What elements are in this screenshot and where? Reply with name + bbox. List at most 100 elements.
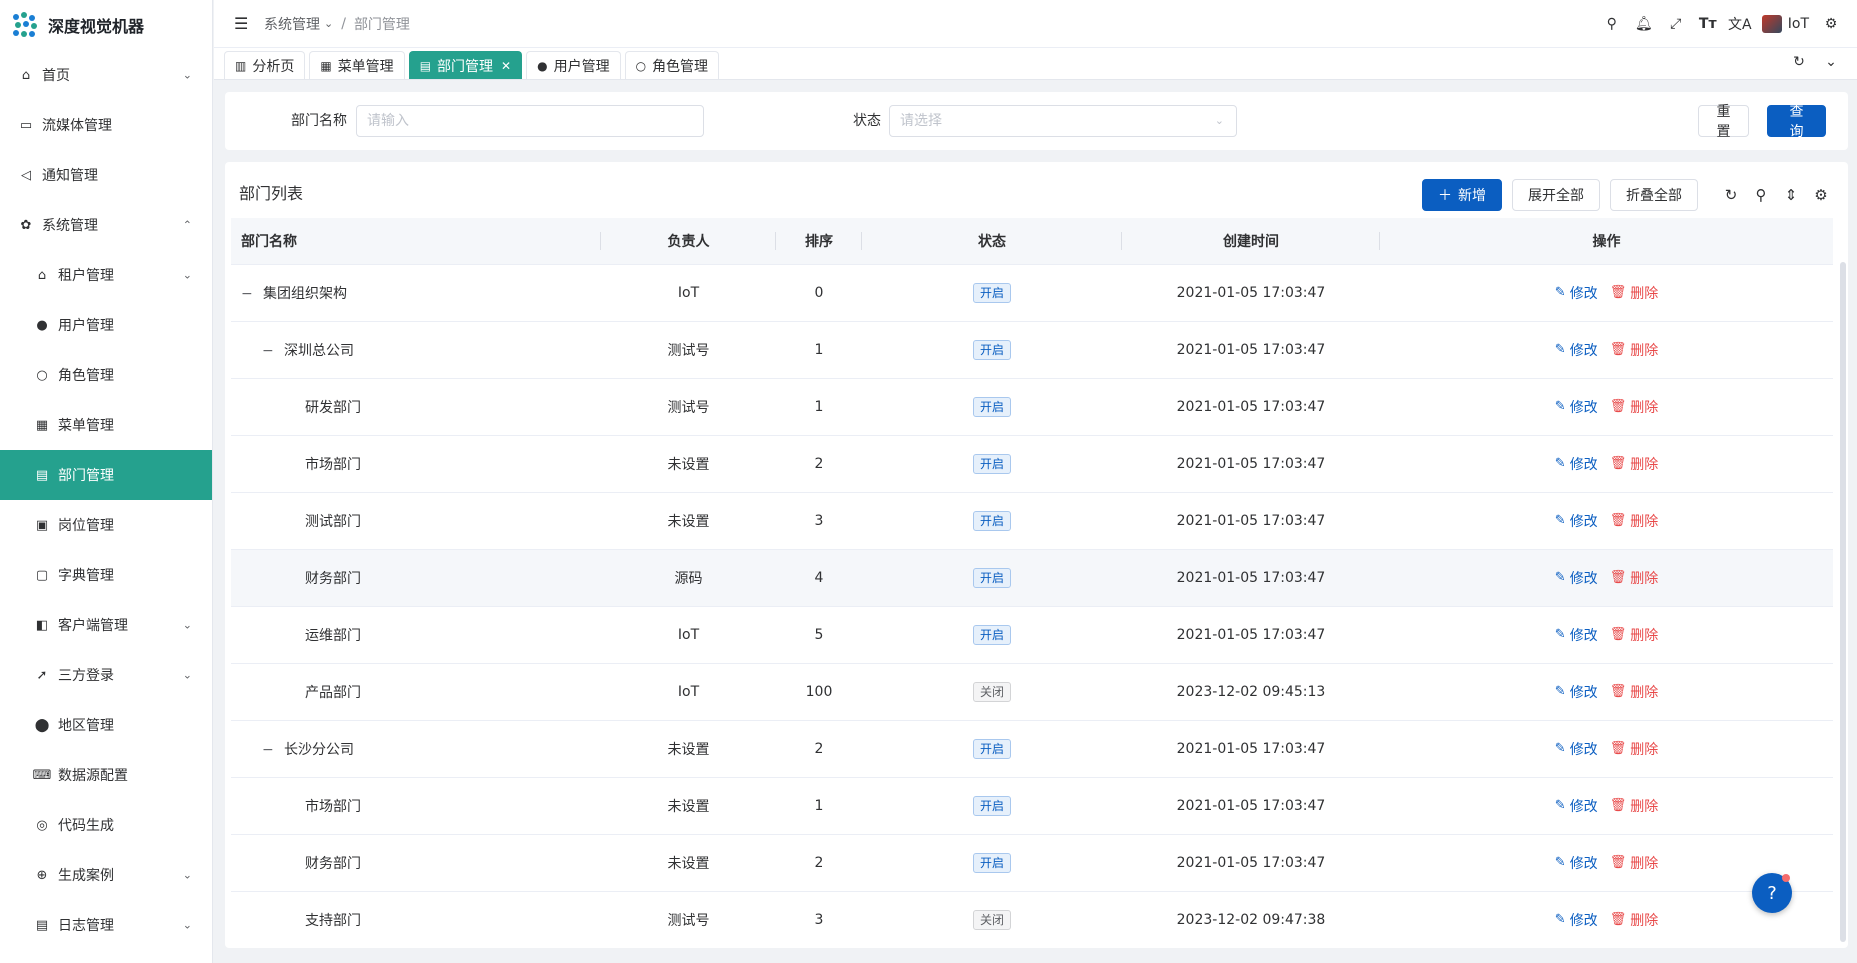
sidebar-item[interactable]: ▣ 岗位管理 xyxy=(0,500,212,550)
edit-button[interactable]: ✎ 修改 xyxy=(1555,910,1598,930)
delete-button[interactable]: 🗑︎ 删除 xyxy=(1610,682,1659,702)
table-row[interactable]: − 集团组织架构 IoT 0 开启 2021-01-05 17:03:47 ✎ 修改 🗑︎ 删除 xyxy=(231,264,1833,322)
table-row[interactable]: 研发部门 测试号 1 开启 2021-01-05 17:03:47 ✎ 修改 🗑︎ 删除 xyxy=(231,378,1833,436)
bell-icon[interactable]: 🔔︎ xyxy=(1628,16,1660,32)
table-row[interactable]: − 深圳总公司 测试号 1 开启 2021-01-05 17:03:47 ✎ 修改 🗑︎ 删除 xyxy=(231,321,1833,379)
chevron-down-icon: ⌄ xyxy=(182,68,192,82)
table-row[interactable]: 支持部门 测试号 3 关闭 2023-12-02 09:47:38 ✎ 修改 🗑︎ 删除 xyxy=(231,891,1833,948)
table-scrollbar[interactable] xyxy=(1840,262,1846,942)
search-icon[interactable]: ⚲ xyxy=(1746,186,1776,204)
delete-button[interactable]: 🗑︎ 删除 xyxy=(1610,796,1659,816)
collapse-menu-icon[interactable]: ☰ xyxy=(234,14,250,33)
edit-button[interactable]: ✎ 修改 xyxy=(1555,283,1598,303)
app-logo[interactable]: 深度视觉机器 xyxy=(0,0,212,50)
refresh-icon[interactable]: ↻ xyxy=(1783,54,1815,70)
refresh-icon[interactable]: ↻ xyxy=(1716,186,1746,204)
sidebar-item[interactable]: ▤ 部门管理 xyxy=(0,450,212,500)
settings-icon[interactable]: ⚙ xyxy=(1815,16,1847,32)
dept-name-input[interactable] xyxy=(356,105,704,137)
table-row[interactable]: 财务部门 源码 4 开启 2021-01-05 17:03:47 ✎ 修改 🗑︎ 删除 xyxy=(231,549,1833,607)
edit-button[interactable]: ✎ 修改 xyxy=(1555,340,1598,360)
delete-button[interactable]: 🗑︎ 删除 xyxy=(1610,910,1659,930)
delete-button[interactable]: 🗑︎ 删除 xyxy=(1610,625,1659,645)
sidebar-item-label: 客户端管理 xyxy=(58,618,128,634)
help-button[interactable]: ? xyxy=(1752,873,1792,913)
delete-button[interactable]: 🗑︎ 删除 xyxy=(1610,568,1659,588)
add-button[interactable]: ＋ 新增 xyxy=(1422,179,1502,211)
tab-role[interactable]: ○ 角色管理 xyxy=(624,51,720,79)
delete-button[interactable]: 🗑︎ 删除 xyxy=(1610,397,1659,417)
collapse-all-button[interactable]: 折叠全部 xyxy=(1610,179,1698,211)
fullscreen-icon[interactable]: ⤢ xyxy=(1660,16,1692,32)
trash-icon: 🗑︎ xyxy=(1609,513,1627,528)
edit-button[interactable]: ✎ 修改 xyxy=(1555,454,1598,474)
table-row[interactable]: 运维部门 IoT 5 开启 2021-01-05 17:03:47 ✎ 修改 🗑︎ 删除 xyxy=(231,606,1833,664)
table-row[interactable]: 测试部门 未设置 3 开启 2021-01-05 17:03:47 ✎ 修改 🗑︎ 删除 xyxy=(231,492,1833,550)
table-row[interactable]: − 长沙分公司 未设置 2 开启 2021-01-05 17:03:47 ✎ 修改 🗑︎ 删除 xyxy=(231,720,1833,778)
sidebar-item[interactable]: ✿ 系统管理 ⌃ xyxy=(0,200,212,250)
sidebar-item[interactable]: ▭ 流媒体管理 xyxy=(0,100,212,150)
tab-dept[interactable]: ▤ 部门管理 ✕ xyxy=(408,51,523,79)
table-row[interactable]: 产品部门 IoT 100 关闭 2023-12-02 09:45:13 ✎ 修改 🗑︎ 删除 xyxy=(231,663,1833,721)
collapse-toggle-icon[interactable]: − xyxy=(262,742,274,758)
table-row[interactable]: 市场部门 未设置 2 开启 2021-01-05 17:03:47 ✎ 修改 🗑︎ 删除 xyxy=(231,435,1833,493)
user-menu[interactable]: IoT xyxy=(1761,15,1809,33)
sidebar-item[interactable]: ◧ 客户端管理 ⌄ xyxy=(0,600,212,650)
edit-button[interactable]: ✎ 修改 xyxy=(1555,511,1598,531)
sidebar-item[interactable]: ⌨ 数据源配置 xyxy=(0,750,212,800)
breadcrumb-item-system[interactable]: 系统管理 xyxy=(264,14,320,34)
table-row[interactable]: 财务部门 未设置 2 开启 2021-01-05 17:03:47 ✎ 修改 🗑︎ 删除 xyxy=(231,834,1833,892)
query-button[interactable]: 查询 xyxy=(1767,104,1826,140)
edit-button[interactable]: ✎ 修改 xyxy=(1555,796,1598,816)
delete-button[interactable]: 🗑︎ 删除 xyxy=(1610,511,1659,531)
settings-icon[interactable]: ⚙ xyxy=(1806,186,1836,204)
expand-all-button[interactable]: 展开全部 xyxy=(1512,179,1600,211)
tab-user[interactable]: ● 用户管理 xyxy=(526,51,621,79)
sidebar-item[interactable]: ⊕ 生成案例 ⌄ xyxy=(0,850,212,900)
edit-button[interactable]: ✎ 修改 xyxy=(1555,397,1598,417)
column-height-icon[interactable]: ⇕ xyxy=(1776,186,1806,204)
edit-button[interactable]: ✎ 修改 xyxy=(1555,568,1598,588)
leader-cell: 测试号 xyxy=(601,891,776,948)
sidebar-item-label: 三方登录 xyxy=(58,668,114,684)
sidebar-item[interactable]: ◎ 代码生成 xyxy=(0,800,212,850)
delete-button[interactable]: 🗑︎ 删除 xyxy=(1610,739,1659,759)
translate-icon[interactable]: 文A xyxy=(1724,14,1756,34)
edit-button[interactable]: ✎ 修改 xyxy=(1555,625,1598,645)
tab-menu[interactable]: ▦ 菜单管理 xyxy=(309,51,405,79)
status-select[interactable]: 请选择 ⌄ xyxy=(889,105,1237,137)
table-row[interactable]: 市场部门 未设置 1 开启 2021-01-05 17:03:47 ✎ 修改 🗑︎ 删除 xyxy=(231,777,1833,835)
leader-cell: 未设置 xyxy=(601,492,776,550)
chevron-down-icon[interactable]: ⌄ xyxy=(1815,54,1847,70)
tab-analysis[interactable]: ▥ 分析页 xyxy=(224,51,306,79)
edit-button[interactable]: ✎ 修改 xyxy=(1555,682,1598,702)
sidebar-item[interactable]: ◁ 通知管理 xyxy=(0,150,212,200)
sidebar-item[interactable]: ➚ 三方登录 ⌄ xyxy=(0,650,212,700)
actions-cell: ✎ 修改 🗑︎ 删除 xyxy=(1380,435,1833,493)
delete-button[interactable]: 🗑︎ 删除 xyxy=(1610,454,1659,474)
created-cell: 2021-01-05 17:03:47 xyxy=(1122,321,1380,379)
reset-button[interactable]: 重置 xyxy=(1698,104,1749,140)
sidebar-item[interactable]: ▦ 菜单管理 xyxy=(0,400,212,450)
delete-button[interactable]: 🗑︎ 删除 xyxy=(1610,853,1659,873)
sidebar-item[interactable]: ⌂ 租户管理 ⌄ xyxy=(0,250,212,300)
delete-button[interactable]: 🗑︎ 删除 xyxy=(1610,340,1659,360)
close-icon[interactable]: ✕ xyxy=(501,59,511,73)
sidebar-item-label: 流媒体管理 xyxy=(42,118,112,134)
sidebar-item[interactable]: ▢ 字典管理 xyxy=(0,550,212,600)
collapse-toggle-icon[interactable]: − xyxy=(262,343,274,359)
sidebar-item[interactable]: ⌂ 首页 ⌄ xyxy=(0,50,212,100)
leader-cell: 源码 xyxy=(601,549,776,607)
sidebar-item[interactable]: ● 用户管理 xyxy=(0,300,212,350)
delete-button[interactable]: 🗑︎ 删除 xyxy=(1610,283,1659,303)
edit-button[interactable]: ✎ 修改 xyxy=(1555,739,1598,759)
edit-button[interactable]: ✎ 修改 xyxy=(1555,853,1598,873)
status-select-placeholder: 请选择 xyxy=(900,113,942,129)
sidebar-item[interactable]: ○ 角色管理 xyxy=(0,350,212,400)
sidebar-item[interactable]: ⬤ 地区管理 xyxy=(0,700,212,750)
sidebar-item[interactable]: ▤ 日志管理 ⌄ xyxy=(0,900,212,950)
leader-cell: IoT xyxy=(601,606,776,664)
search-icon[interactable]: ⚲ xyxy=(1596,16,1628,32)
collapse-toggle-icon[interactable]: − xyxy=(241,286,253,302)
font-size-icon[interactable]: Tт xyxy=(1692,16,1724,32)
